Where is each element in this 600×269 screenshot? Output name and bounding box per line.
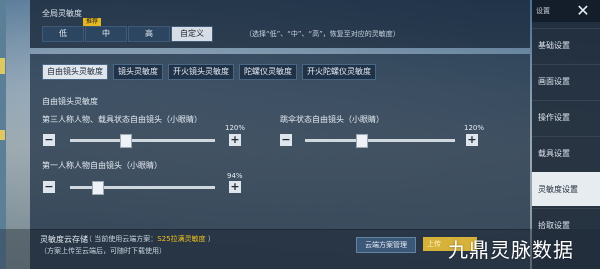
sidebar-title: 设置 [536,7,550,15]
preset-low-button[interactable]: 低 [42,26,84,42]
increase-button[interactable]: + [466,134,478,146]
global-sensitivity-title: 全局灵敏度 [42,9,82,18]
sidebar-item-basic[interactable]: 基础设置 [532,28,600,62]
edge-marker [0,130,5,140]
close-icon[interactable]: ✕ [572,0,594,22]
cloud-manage-button[interactable]: 云端方案管理 [356,237,416,253]
sensitivity-tabs: 自由镜头灵敏度 镜头灵敏度 开火镜头灵敏度 陀螺仪灵敏度 开火陀螺仪灵敏度 [42,64,381,80]
decrease-button[interactable]: − [280,134,292,146]
settings-sidebar: 设置 ✕ 基础设置 画面设置 操作设置 载具设置 灵敏度设置 拾取设置 [532,0,600,269]
increase-button[interactable]: + [229,181,241,193]
decrease-button[interactable]: − [43,134,55,146]
preset-note: （选择“低”、“中”、“高”，恢复至对应的灵敏度） [245,30,400,38]
cloud-scheme-name: S25拉满灵敏度 [157,235,206,243]
preset-medium-button[interactable]: 中 [85,26,127,42]
tab-free-look[interactable]: 自由镜头灵敏度 [42,64,108,80]
decrease-button[interactable]: − [43,181,55,193]
tab-fire-gyroscope[interactable]: 开火陀螺仪灵敏度 [302,64,376,80]
edge-marker [0,58,5,74]
slider-label: 第一人称人物自由镜头（小眼睛） [42,161,162,170]
tab-fire-camera[interactable]: 开火镜头灵敏度 [168,64,234,80]
slider-track[interactable] [70,139,215,142]
slider-thumb[interactable] [92,181,104,195]
sidebar-item-controls[interactable]: 操作设置 [532,100,600,134]
slider-value: 120% [464,124,485,132]
section-title: 自由镜头灵敏度 [42,97,98,106]
recommended-badge: 推荐 [83,18,102,26]
sidebar-item-sensitivity[interactable]: 灵敏度设置 [532,172,600,206]
cloud-storage-title: 灵敏度云存储 [40,235,88,244]
slider-label: 第三人称人物、载具状态自由镜头（小眼睛） [42,115,202,124]
sidebar-item-graphics[interactable]: 画面设置 [532,64,600,98]
increase-button[interactable]: + [229,134,241,146]
slider-label: 跳伞状态自由镜头（小眼睛） [280,115,384,124]
preset-high-button[interactable]: 高 [128,26,170,42]
sensitivity-preset-selector: 低 中 高 自定义 [42,26,214,42]
sensitivity-panel: 自由镜头灵敏度 镜头灵敏度 开火镜头灵敏度 陀螺仪灵敏度 开火陀螺仪灵敏度 自由… [30,54,530,230]
tab-gyroscope[interactable]: 陀螺仪灵敏度 [239,64,297,80]
slider-value: 120% [225,124,246,132]
slider-thumb[interactable] [120,134,132,148]
sidebar-item-vehicle[interactable]: 载具设置 [532,136,600,170]
slider-track[interactable] [305,139,455,142]
watermark-text: 九鼎灵脉数据 [448,238,574,262]
cloud-note: （方案上传至云端后，可随时下载使用） [40,247,166,255]
tab-camera[interactable]: 镜头灵敏度 [113,64,163,80]
slider-thumb[interactable] [356,134,368,148]
sidebar-header: 设置 ✕ [532,0,600,22]
slider-value: 94% [227,172,243,180]
preset-custom-button[interactable]: 自定义 [171,26,213,42]
current-cloud-scheme: （ 当前使用云端方案：S25拉满灵敏度 ） [85,235,215,243]
global-sensitivity-panel: 全局灵敏度 推荐 低 中 高 自定义 （选择“低”、“中”、“高”，恢复至对应的… [30,0,530,48]
